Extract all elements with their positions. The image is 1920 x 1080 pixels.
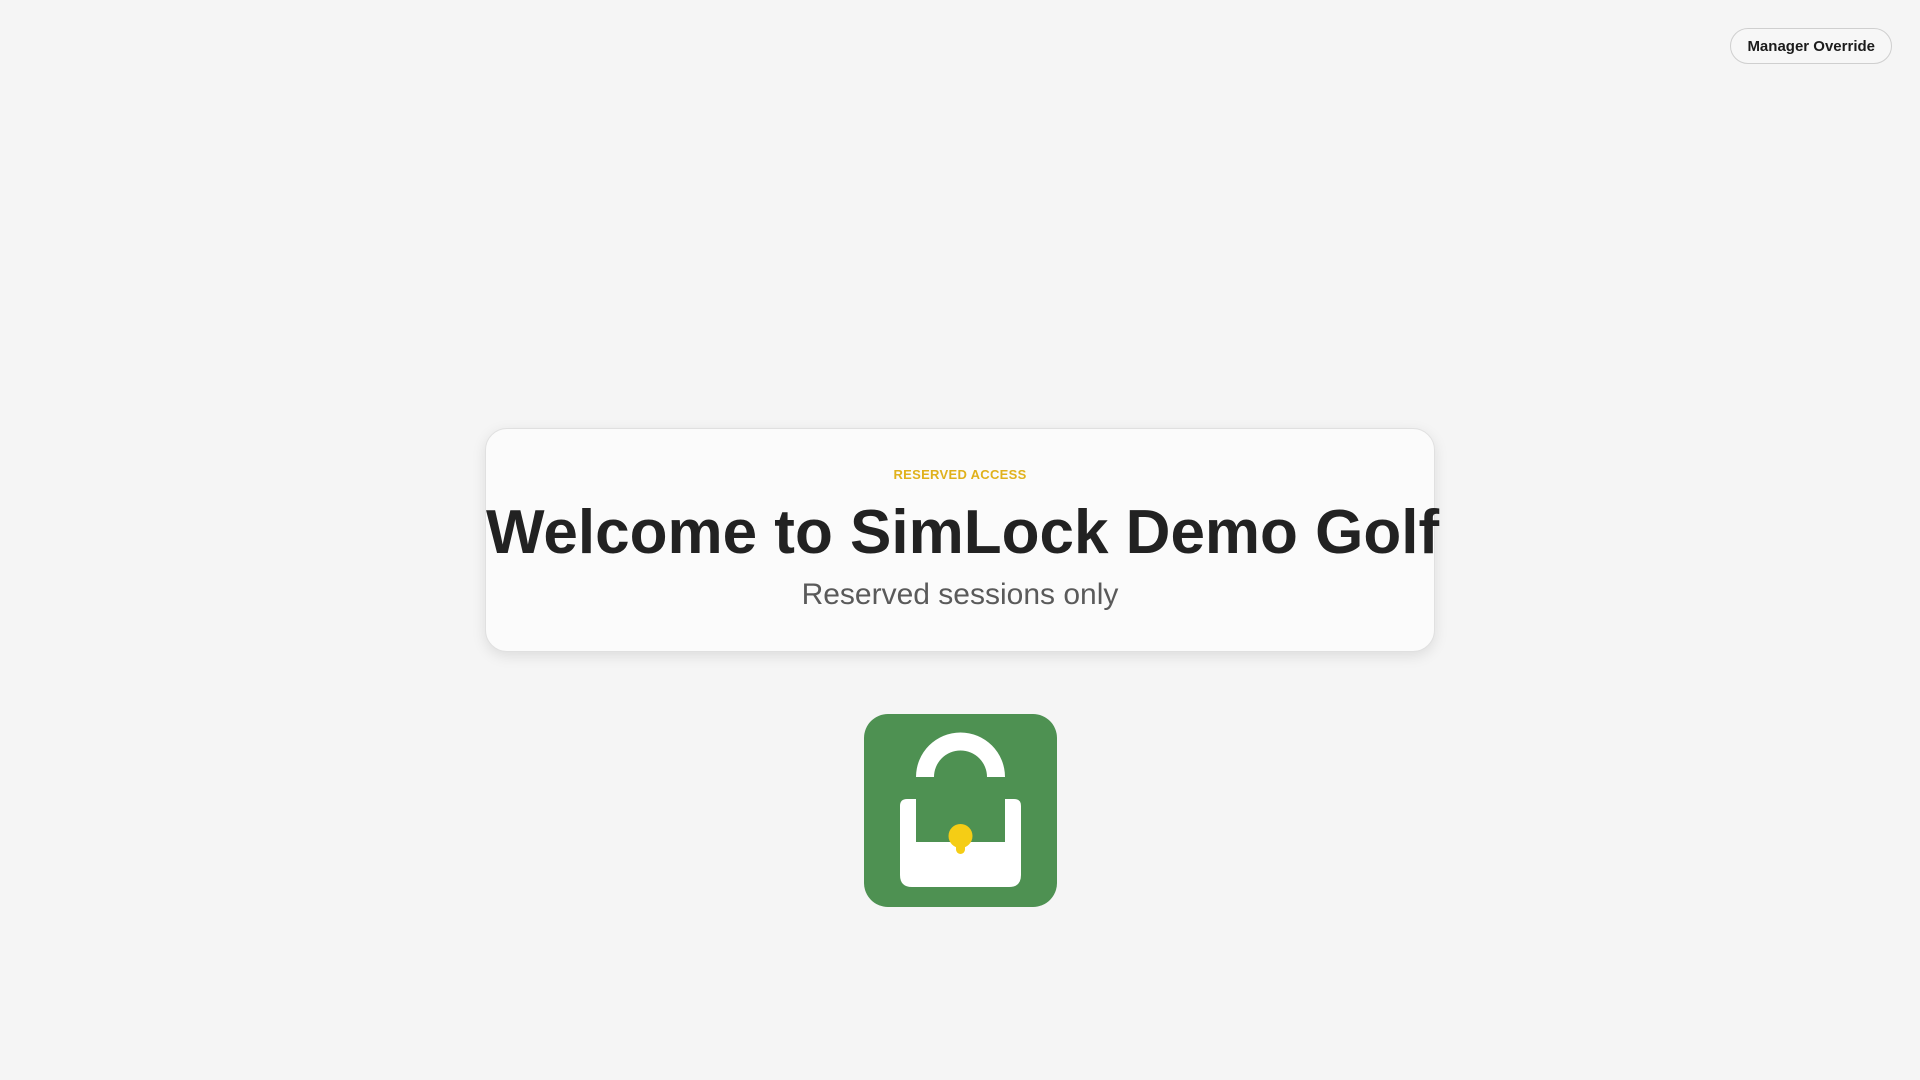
keyhole-slot (956, 838, 965, 854)
kiosk-page: Manager Override RESERVED ACCESS Welcome… (0, 0, 1920, 1080)
manager-override-button[interactable]: Manager Override (1730, 28, 1892, 64)
padlock-icon (864, 714, 1057, 907)
welcome-card: RESERVED ACCESS Welcome to SimLock Demo … (485, 428, 1440, 652)
welcome-subtitle: Reserved sessions only (801, 578, 1119, 611)
welcome-title: Welcome to SimLock Demo Golf (486, 498, 1440, 567)
reserved-access-label: RESERVED ACCESS (893, 467, 1027, 482)
